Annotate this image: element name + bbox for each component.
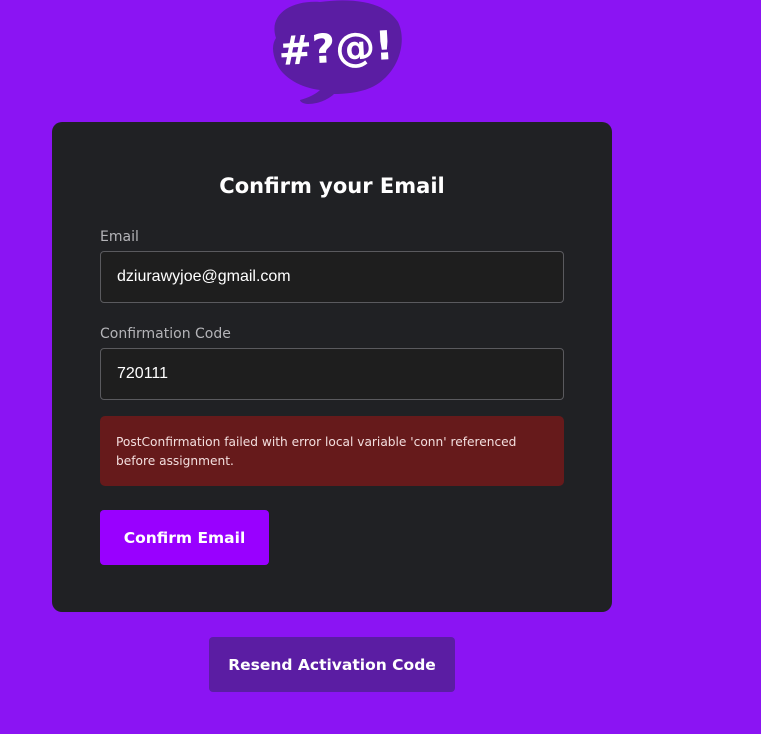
confirmation-code-input[interactable]: [100, 348, 564, 400]
email-input[interactable]: [100, 251, 564, 303]
error-message: PostConfirmation failed with error local…: [116, 435, 517, 468]
page-title: Confirm your Email: [219, 174, 445, 198]
logo-text: #?@!: [277, 23, 394, 75]
error-alert: PostConfirmation failed with error local…: [100, 416, 564, 486]
confirmation-code-label: Confirmation Code: [100, 326, 231, 342]
resend-activation-code-button[interactable]: Resend Activation Code: [209, 637, 455, 692]
speech-bubble-logo-icon: #?@!: [273, 0, 402, 104]
confirm-email-button[interactable]: Confirm Email: [100, 510, 269, 565]
app-logo: #?@!: [262, 0, 404, 106]
confirm-email-card: Confirm your Email Email Confirmation Co…: [52, 122, 612, 612]
email-label: Email: [100, 229, 139, 245]
